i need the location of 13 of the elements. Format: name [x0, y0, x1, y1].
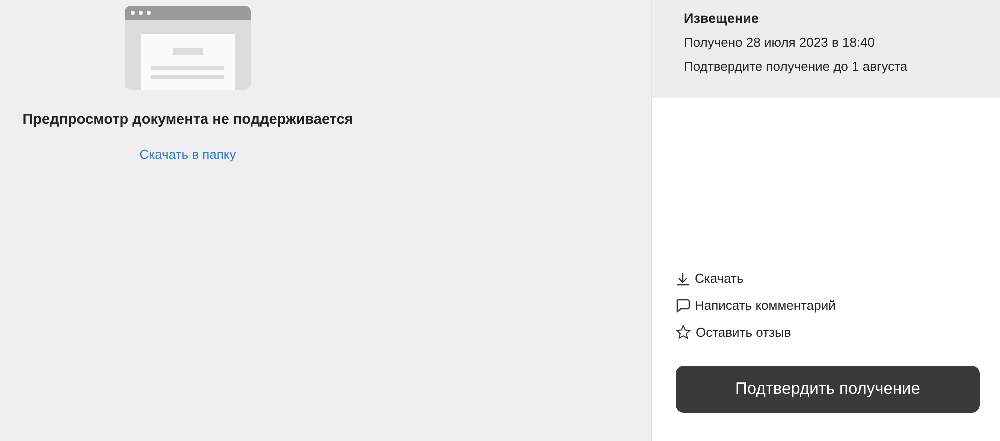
- confirm-receipt-button[interactable]: Подтвердить получение: [676, 366, 980, 413]
- star-icon[interactable]: [676, 325, 691, 340]
- preview-unsupported-message: Предпросмотр документа не поддерживается: [22, 112, 354, 128]
- received-date: Получено 28 июля 2023 в 18:40: [684, 35, 876, 50]
- download-to-folder-link[interactable]: Скачать в папку: [140, 147, 236, 162]
- speech-bubble-icon[interactable]: [676, 298, 690, 312]
- action-link[interactable]: Скачать: [695, 271, 744, 286]
- confirm-deadline: Подтвердите получение до 1 августа: [684, 59, 909, 74]
- action-link[interactable]: Написать комментарий: [695, 298, 836, 313]
- download-icon[interactable]: [676, 272, 690, 286]
- document-window-icon: [125, 6, 251, 90]
- action-link[interactable]: Оставить отзыв: [696, 325, 792, 340]
- notice-title: Извещение: [684, 11, 760, 26]
